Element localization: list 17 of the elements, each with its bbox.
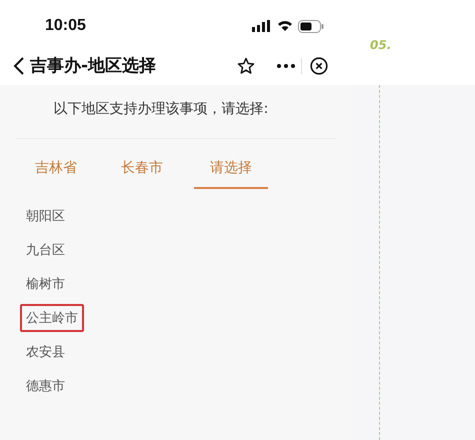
region-item[interactable]: 榆树市 <box>20 270 71 298</box>
wifi-icon <box>277 20 293 32</box>
region-item[interactable]: 九台区 <box>20 236 71 264</box>
signal-icon <box>252 20 272 32</box>
back-icon[interactable] <box>13 56 25 76</box>
more-icon[interactable] <box>277 64 295 68</box>
star-icon[interactable] <box>237 56 255 74</box>
status-time: 10:05 <box>45 17 86 35</box>
region-item[interactable]: 朝阳区 <box>20 202 71 230</box>
region-item[interactable]: 德惠市 <box>20 372 71 400</box>
instruction-text: 以下地区支持办理该事项，请选择: <box>16 100 336 139</box>
step-number: 05. <box>370 38 392 52</box>
close-icon[interactable] <box>310 56 328 74</box>
region-item[interactable]: 农安县 <box>20 338 71 366</box>
page-title: 吉事办-地区选择 <box>30 55 156 77</box>
region-item[interactable]: 公主岭市 <box>20 304 84 332</box>
battery-icon <box>298 20 324 32</box>
